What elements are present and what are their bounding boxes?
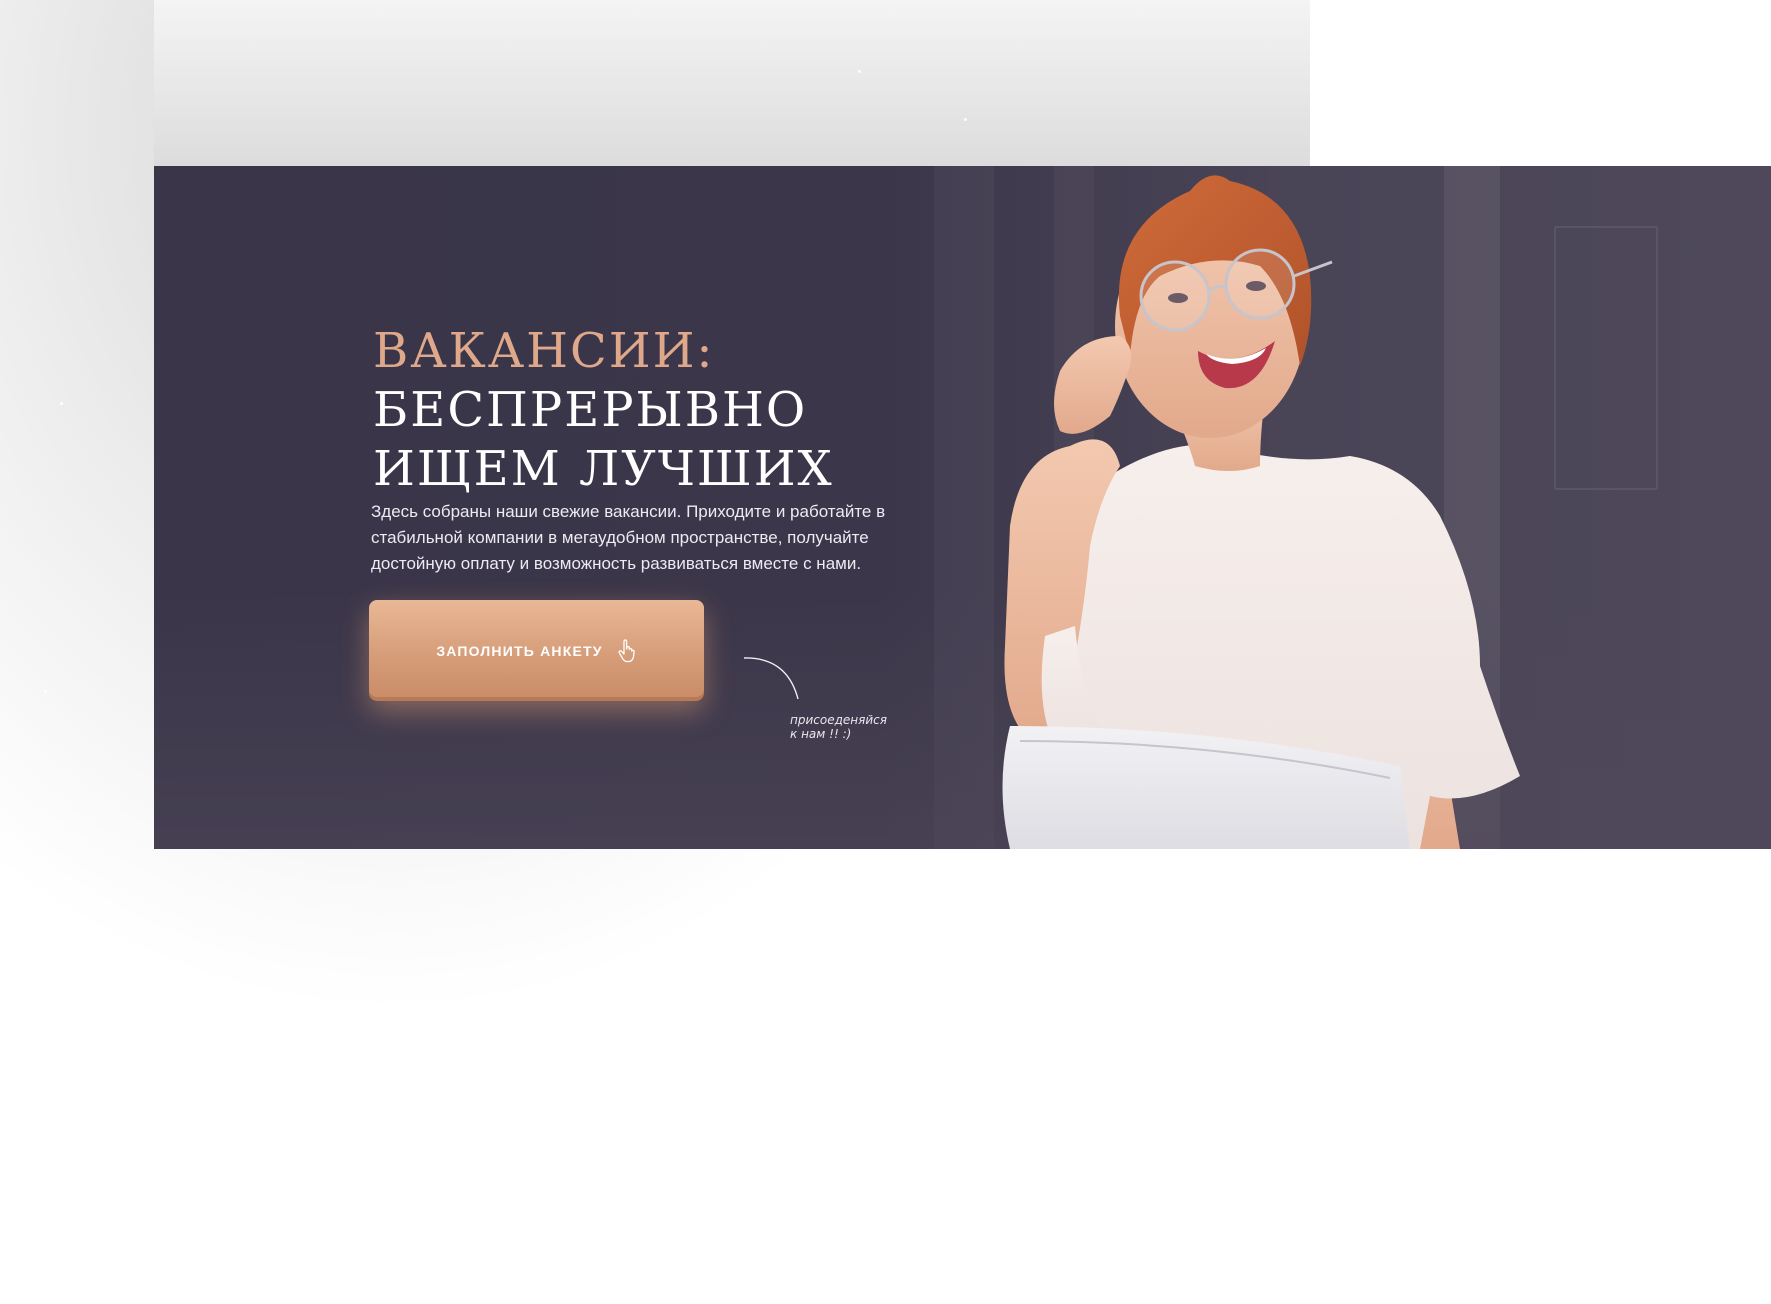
dust-speck xyxy=(60,402,63,405)
fill-application-button[interactable]: ЗАПОЛНИТЬ АНКЕТУ xyxy=(369,600,704,701)
note-line-1: присоеденяйся xyxy=(790,713,887,727)
dust-speck xyxy=(44,690,47,693)
dust-speck xyxy=(858,70,861,73)
page-title: ВАКАНСИИ: БЕСПРЕРЫВНО ИЩЕМ ЛУЧШИХ xyxy=(373,322,834,499)
woman-photo xyxy=(1002,175,1520,849)
title-line-2: ИЩЕМ ЛУЧШИХ xyxy=(373,441,834,498)
hand-pointer-icon xyxy=(618,638,635,662)
title-line-1: БЕСПРЕРЫВНО xyxy=(373,382,808,439)
title-accent: ВАКАНСИИ: xyxy=(373,323,715,380)
backdrop-band xyxy=(154,0,1310,166)
join-us-note: присоеденяйся к нам !! :) xyxy=(790,713,887,741)
hero-description: Здесь собраны наши свежие вакансии. Прих… xyxy=(371,502,886,573)
note-line-2: к нам !! :) xyxy=(790,727,852,741)
curved-arrow-icon xyxy=(743,657,799,700)
cta-label: ЗАПОЛНИТЬ АНКЕТУ xyxy=(436,642,603,659)
dust-speck xyxy=(964,118,967,121)
